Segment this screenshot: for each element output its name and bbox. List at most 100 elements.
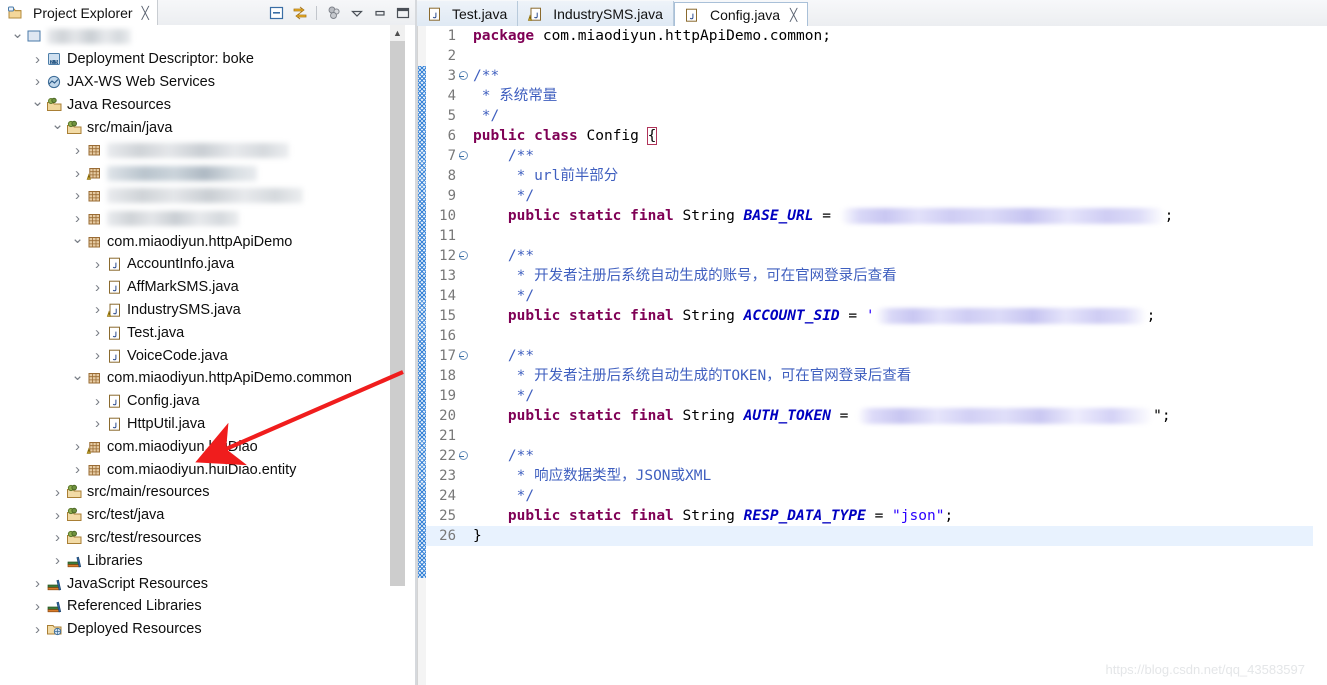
- chevron-right-icon[interactable]: [70, 143, 85, 158]
- tree-row[interactable]: Libraries: [0, 549, 417, 572]
- code-line: 25 public static final String RESP_DATA_…: [426, 506, 1313, 526]
- line-number: 9: [447, 188, 456, 204]
- chevron-down-icon[interactable]: [30, 97, 45, 112]
- chevron-right-icon[interactable]: [70, 211, 85, 226]
- fold-collapse-icon[interactable]: [458, 351, 469, 362]
- tree-row[interactable]: VoiceCode.java: [0, 344, 417, 367]
- editor-canvas[interactable]: 1 package com.miaodiyun.httpApiDemo.commo…: [417, 26, 1327, 685]
- chevron-right-icon[interactable]: [70, 188, 85, 203]
- tree-row[interactable]: Java Resources: [0, 93, 417, 116]
- chevron-right-icon[interactable]: [90, 302, 105, 317]
- tree-row[interactable]: com.miaodiyun.huiDiao: [0, 435, 417, 458]
- code-token: /**: [473, 248, 535, 264]
- tree-row[interactable]: IndustrySMS.java: [0, 299, 417, 322]
- tree-row[interactable]: [0, 139, 417, 162]
- source-code[interactable]: 1 package com.miaodiyun.httpApiDemo.commo…: [426, 26, 1313, 685]
- code-line: 5 */: [426, 106, 1313, 126]
- fold-collapse-icon[interactable]: [458, 251, 469, 262]
- minimize-icon[interactable]: [371, 4, 388, 21]
- code-token: /**: [473, 148, 535, 164]
- libraries-icon: [45, 576, 63, 592]
- tree-row-label: AffMarkSMS.java: [127, 279, 239, 296]
- tree-row[interactable]: [0, 207, 417, 230]
- code-token: */: [473, 108, 500, 124]
- tree-row[interactable]: Deployed Resources: [0, 618, 417, 641]
- tab-project-explorer[interactable]: Project Explorer ╳: [0, 0, 158, 25]
- tree-row[interactable]: 2.5 Deployment Descriptor: boke: [0, 48, 417, 71]
- editor-tab[interactable]: Config.java ╳: [673, 2, 809, 27]
- chevron-right-icon[interactable]: [90, 280, 105, 295]
- code-token: }: [473, 528, 482, 544]
- tree-row[interactable]: [0, 185, 417, 208]
- chevron-right-icon[interactable]: [30, 576, 45, 591]
- chevron-right-icon[interactable]: [70, 439, 85, 454]
- code-line: 7 /**: [426, 146, 1313, 166]
- link-with-editor-icon[interactable]: [291, 4, 308, 21]
- project-tree[interactable]: 2.5 Deployment Descriptor: boke JAX-WS Web…: [0, 25, 417, 685]
- tree-row[interactable]: src/main/resources: [0, 481, 417, 504]
- collapse-all-icon[interactable]: [268, 4, 285, 21]
- tree-row[interactable]: com.miaodiyun.huiDiao.entity: [0, 458, 417, 481]
- tree-row[interactable]: src/main/java: [0, 116, 417, 139]
- tree-row-label: JavaScript Resources: [67, 575, 209, 592]
- scroll-up-arrow-icon[interactable]: ▲: [390, 25, 405, 41]
- view-filter-icon[interactable]: [325, 4, 342, 21]
- chevron-down-icon[interactable]: [70, 234, 85, 249]
- tree-row[interactable]: Referenced Libraries: [0, 595, 417, 618]
- tree-row[interactable]: JavaScript Resources: [0, 572, 417, 595]
- chevron-right-icon[interactable]: [70, 166, 85, 181]
- tree-row[interactable]: JAX-WS Web Services: [0, 71, 417, 94]
- java-file-icon: [105, 325, 123, 341]
- fold-collapse-icon[interactable]: [458, 451, 469, 462]
- chevron-right-icon[interactable]: [90, 394, 105, 409]
- chevron-down-icon[interactable]: [70, 371, 85, 386]
- chevron-right-icon[interactable]: [50, 530, 65, 545]
- chevron-right-icon[interactable]: [30, 622, 45, 637]
- tree-row[interactable]: HttpUtil.java: [0, 413, 417, 436]
- view-menu-icon[interactable]: [348, 4, 365, 21]
- code-token: ;: [1146, 308, 1156, 324]
- tree-row[interactable]: Test.java: [0, 321, 417, 344]
- editor-tab[interactable]: IndustrySMS.java: [518, 1, 674, 26]
- chevron-right-icon[interactable]: [90, 257, 105, 272]
- editor-tab[interactable]: Test.java: [417, 1, 519, 26]
- tree-row[interactable]: src/test/resources: [0, 527, 417, 550]
- fold-collapse-icon[interactable]: [458, 71, 469, 82]
- chevron-down-icon[interactable]: [50, 120, 65, 135]
- explorer-vertical-scrollbar[interactable]: ▲: [390, 25, 405, 685]
- tree-row[interactable]: com.miaodiyun.httpApiDemo: [0, 230, 417, 253]
- chevron-right-icon[interactable]: [90, 416, 105, 431]
- tree-row[interactable]: src/test/java: [0, 504, 417, 527]
- fold-collapse-icon[interactable]: [458, 151, 469, 162]
- tree-row-label: com.miaodiyun.httpApiDemo: [107, 233, 293, 250]
- eclipse-ide-window: Project Explorer ╳ ⌄ › 2.5 Deployment De…: [0, 0, 1327, 685]
- close-icon[interactable]: ╳: [142, 7, 149, 19]
- code-line: 22 /**: [426, 446, 1313, 466]
- code-text: */: [469, 486, 534, 506]
- chevron-right-icon[interactable]: [70, 462, 85, 477]
- code-token: package: [473, 28, 535, 44]
- chevron-down-icon[interactable]: [10, 29, 25, 44]
- chevron-right-icon[interactable]: [90, 348, 105, 363]
- maximize-icon[interactable]: [394, 4, 411, 21]
- tree-row[interactable]: [0, 25, 417, 48]
- tree-row[interactable]: Config.java: [0, 390, 417, 413]
- chevron-right-icon[interactable]: [50, 508, 65, 523]
- chevron-right-icon[interactable]: [30, 599, 45, 614]
- close-icon[interactable]: ╳: [790, 8, 797, 22]
- tree-row[interactable]: AffMarkSMS.java: [0, 276, 417, 299]
- code-token: public static final: [473, 308, 683, 324]
- line-number: 21: [439, 428, 456, 444]
- tree-row[interactable]: AccountInfo.java: [0, 253, 417, 276]
- chevron-right-icon[interactable]: [90, 325, 105, 340]
- chevron-right-icon[interactable]: [50, 553, 65, 568]
- editor-overview-ruler[interactable]: [1313, 26, 1327, 685]
- tree-row[interactable]: [0, 162, 417, 185]
- chevron-right-icon[interactable]: [30, 74, 45, 89]
- scrollbar-thumb[interactable]: [390, 41, 405, 586]
- tree-row[interactable]: com.miaodiyun.httpApiDemo.common: [0, 367, 417, 390]
- code-line: 11: [426, 226, 1313, 246]
- code-token: public static final: [473, 208, 683, 224]
- chevron-right-icon[interactable]: [50, 485, 65, 500]
- chevron-right-icon[interactable]: [30, 52, 45, 67]
